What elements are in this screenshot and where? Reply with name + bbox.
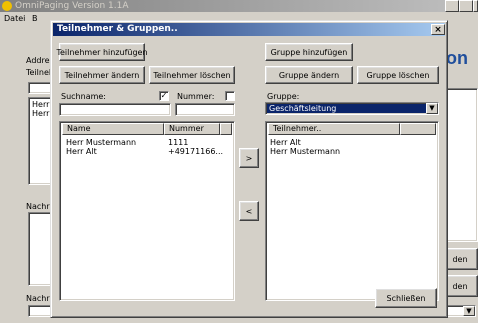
message-label-2: Nachri [26, 294, 52, 303]
add-group-button[interactable]: Gruppe hinzufügen [265, 43, 353, 61]
main-message-box[interactable] [28, 212, 52, 286]
move-right-button[interactable]: > [239, 148, 259, 168]
close-button[interactable]: Schließen [375, 288, 437, 308]
maximize-icon[interactable]: □ [459, 0, 473, 12]
main-right-combo[interactable]: ▼ [446, 305, 476, 317]
table-row-number[interactable]: 1111 [168, 138, 188, 147]
dialog-titlebar: Teilnehmer & Gruppen.. × [53, 23, 445, 36]
add-participant-label: Teilnehmer hinzufügen [56, 47, 148, 57]
list-item[interactable]: Herr Alt [270, 138, 301, 147]
close-main-icon[interactable]: × [473, 0, 478, 12]
number-label: Nummer: [177, 92, 215, 101]
group-selected-value: Geschäftsleitung [267, 104, 426, 113]
main-bottom-input[interactable] [28, 305, 52, 317]
minimize-icon[interactable]: _ [445, 0, 459, 12]
move-left-button[interactable]: < [239, 201, 259, 221]
column-header-participant[interactable]: Teilnehmer.. [268, 123, 400, 135]
main-title: OmniPaging Version 1.1A [15, 1, 129, 11]
main-titlebar: OmniPaging Version 1.1A _ □ × [0, 0, 478, 12]
group-select[interactable]: Geschäftsleitung ▼ [265, 102, 439, 115]
number-input[interactable] [175, 103, 235, 116]
table-row-name[interactable]: Herr Alt [66, 147, 97, 156]
main-participant-list[interactable]: Herr A Herr M [28, 97, 59, 185]
message-label: Nachri [26, 202, 52, 211]
chevron-down-icon[interactable]: ▼ [463, 306, 475, 316]
chevron-down-icon[interactable]: ▼ [426, 103, 438, 114]
group-members-list[interactable]: Teilnehmer.. Herr Alt Herr Mustermann [265, 121, 439, 301]
main-address-input[interactable] [28, 82, 52, 94]
app-logo-icon [2, 1, 12, 11]
participants-groups-dialog: Teilnehmer & Gruppen.. × Teilnehmer hinz… [50, 20, 448, 318]
brand-logo: on [446, 48, 468, 68]
delete-participant-button[interactable]: Teilnehmer löschen [149, 66, 235, 84]
column-header-number[interactable]: Nummer [164, 123, 220, 135]
delete-group-label: Gruppe löschen [366, 70, 430, 80]
participants-table[interactable]: Name Nummer Herr Mustermann 1111 Herr Al… [59, 121, 235, 301]
search-name-label: Suchname: [61, 92, 106, 101]
close-button-label: Schließen [386, 293, 426, 303]
chevron-left-icon: < [245, 206, 253, 216]
main-right-panel[interactable] [446, 88, 478, 242]
table-row-number[interactable]: +49171166... [168, 147, 223, 156]
number-checkbox[interactable] [225, 91, 235, 101]
delete-group-button[interactable]: Gruppe löschen [357, 66, 439, 84]
column-header-filler [220, 123, 232, 135]
list-item[interactable]: Herr Mustermann [270, 147, 340, 156]
add-group-label: Gruppe hinzufügen [270, 47, 348, 57]
column-header-name[interactable]: Name [62, 123, 164, 135]
close-icon[interactable]: × [431, 24, 445, 35]
search-name-input[interactable] [59, 103, 171, 116]
add-participant-button[interactable]: Teilnehmer hinzufügen [56, 43, 148, 61]
menu-file[interactable]: Datei [4, 14, 25, 23]
group-label: Gruppe: [267, 92, 300, 101]
search-name-checkbox[interactable]: ✓ [159, 91, 169, 101]
edit-participant-button[interactable]: Teilnehmer ändern [59, 66, 145, 84]
column-header-filler [400, 123, 436, 135]
edit-group-label: Gruppe ändern [278, 70, 340, 80]
edit-participant-label: Teilnehmer ändern [64, 70, 140, 80]
chevron-right-icon: > [245, 153, 253, 163]
dialog-title: Teilnehmer & Gruppen.. [57, 24, 178, 34]
edit-group-button[interactable]: Gruppe ändern [265, 66, 353, 84]
menu-b[interactable]: B [32, 14, 38, 23]
table-row-name[interactable]: Herr Mustermann [66, 138, 136, 147]
delete-participant-label: Teilnehmer löschen [153, 70, 231, 80]
